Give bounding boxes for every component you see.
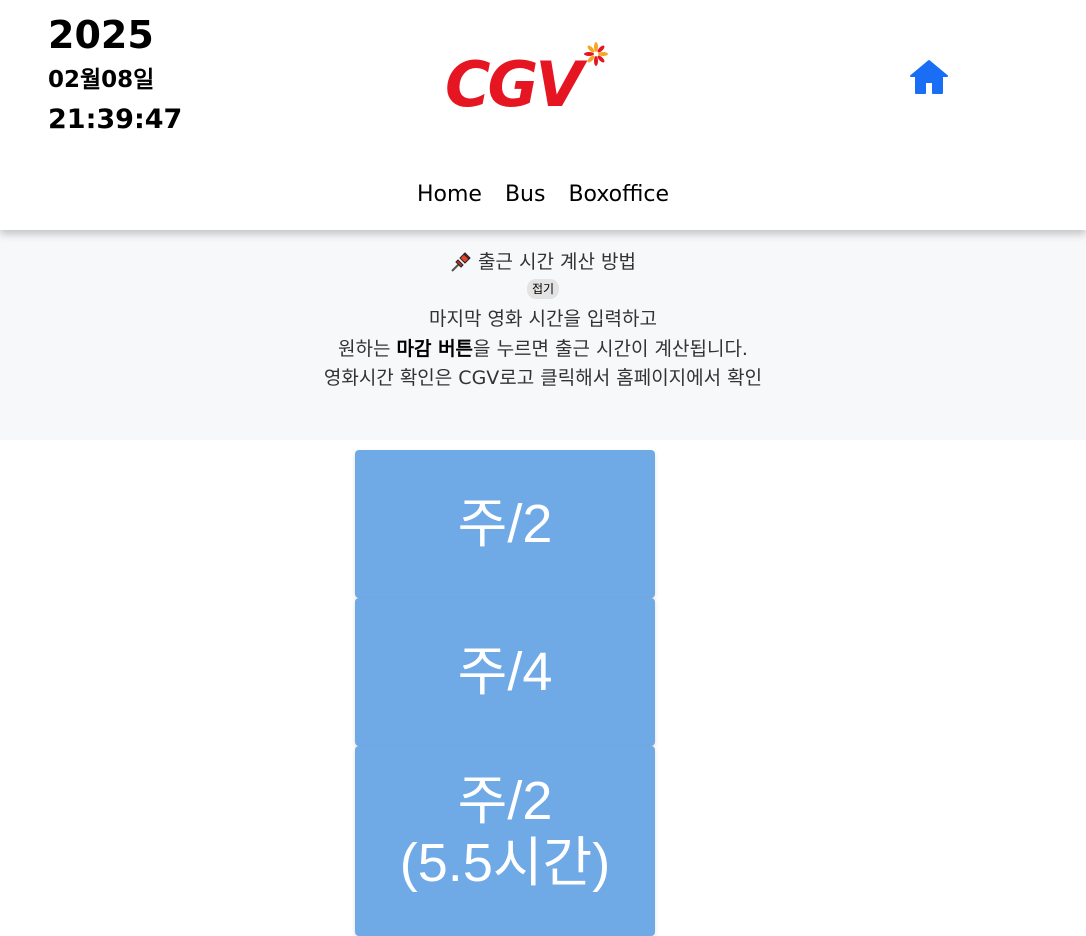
info-line-1: 마지막 영화 시간을 입력하고 xyxy=(429,308,657,330)
date-text: 02월08일 xyxy=(48,67,155,93)
info-body: 마지막 영화 시간을 입력하고 원하는 마감 버튼을 누르면 출근 시간이 계산… xyxy=(0,305,1086,394)
time-text: 21:39:47 xyxy=(48,104,183,135)
home-icon[interactable] xyxy=(909,59,949,95)
nav-bus-link[interactable]: Bus xyxy=(505,182,546,207)
calc-button-label: 주/2 xyxy=(457,494,553,554)
calc-button-quarter-week[interactable]: 주/4 xyxy=(355,598,655,746)
main-nav: Home Bus Boxoffice xyxy=(0,178,1086,212)
info-panel: 출근 시간 계산 방법 접기 마지막 영화 시간을 입력하고 원하는 마감 버튼… xyxy=(0,230,1086,440)
svg-text:CGV: CGV xyxy=(445,48,588,114)
info-title-text: 출근 시간 계산 방법 xyxy=(478,251,636,273)
info-title: 출근 시간 계산 방법 xyxy=(0,230,1086,276)
nav-boxoffice-link[interactable]: Boxoffice xyxy=(568,182,669,207)
info-line-2-bold: 마감 버튼 xyxy=(396,337,474,360)
calc-button-label: 주/4 xyxy=(457,642,553,702)
info-line-2-post: 을 누르면 출근 시간이 계산됩니다. xyxy=(473,337,748,360)
info-line-2-pre: 원하는 xyxy=(338,337,397,360)
cgv-logo-icon: CGV xyxy=(445,42,608,121)
header: 2025 02월08일 21:39:47 CGV Home Bus Boxoff xyxy=(0,0,1086,230)
calc-button-half-week-5-5h[interactable]: 주/2 (5.5시간) xyxy=(355,746,655,936)
year-text: 2025 xyxy=(48,13,154,57)
fold-button[interactable]: 접기 xyxy=(526,279,560,299)
calc-button-sublabel: (5.5시간) xyxy=(399,833,611,893)
info-line-2: 원하는 마감 버튼을 누르면 출근 시간이 계산됩니다. xyxy=(0,335,1086,365)
cgv-logo[interactable]: CGV xyxy=(445,40,615,121)
nav-home-link[interactable]: Home xyxy=(417,182,482,207)
info-line-3: 영화시간 확인은 CGV로고 클릭해서 홈페이지에서 확인 xyxy=(323,367,763,389)
calc-button-half-week[interactable]: 주/2 xyxy=(355,450,655,598)
calc-button-label: 주/2 xyxy=(457,771,553,831)
datetime: 2025 02월08일 21:39:47 xyxy=(48,12,182,138)
pushpin-icon xyxy=(450,251,472,273)
calc-buttons: 주/2 주/4 주/2 (5.5시간) xyxy=(355,450,655,936)
